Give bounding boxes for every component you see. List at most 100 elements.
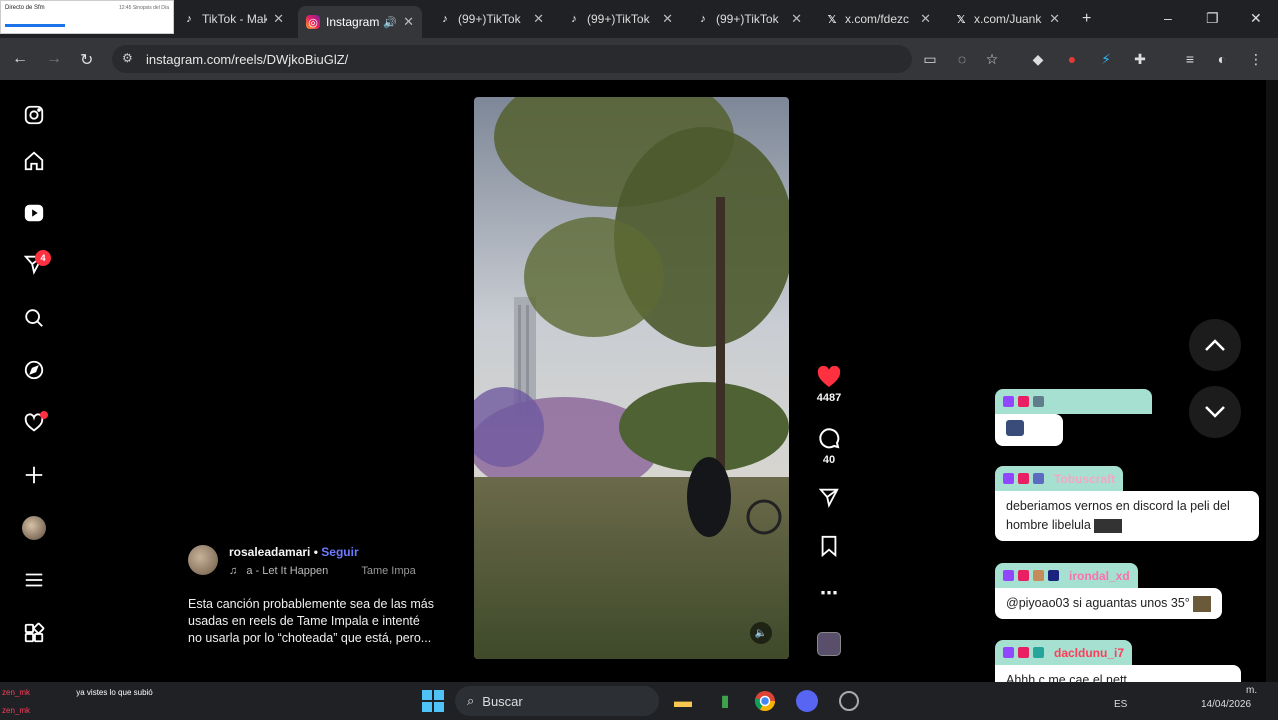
badge-icon [1003, 647, 1014, 658]
audio-line[interactable]: ♫ a - Let It Happen Tame Impa [229, 565, 416, 577]
windows-start-icon[interactable] [418, 686, 448, 716]
explore-icon[interactable] [20, 356, 48, 384]
chat-username: irondal_xd [1069, 568, 1130, 583]
instagram-logo-icon[interactable] [20, 101, 48, 129]
star-icon[interactable]: ☆ [982, 49, 1002, 69]
close-icon[interactable]: ✕ [920, 11, 931, 27]
share-button[interactable] [814, 486, 844, 512]
window-preview-thumbnail[interactable]: Directo de Sfm 12:45 Sinopsis del Día [0, 0, 174, 34]
heart-filled-icon [817, 366, 841, 387]
search-icon[interactable] [20, 304, 48, 332]
create-icon[interactable] [20, 461, 48, 489]
chat-header: Tobuscraft [995, 466, 1124, 491]
extension-b-icon[interactable]: ● [1062, 49, 1082, 69]
like-count: 4487 [816, 392, 842, 404]
app-icon[interactable]: ▮ [710, 686, 740, 716]
forward-arrow-icon[interactable]: → [46, 50, 62, 68]
install-app-icon[interactable]: ▭ [920, 49, 940, 69]
chat-message: deberiamos vernos en discord la peli del… [995, 491, 1259, 541]
tab-tiktok-3[interactable]: ♪ (99+)TikTok ✕ [559, 6, 681, 32]
reel-caption[interactable]: Esta canción probablemente sea de las má… [188, 596, 450, 647]
menu-icon[interactable] [20, 566, 48, 594]
tab-x-1[interactable]: 𝕏 x.com/fdezc ✕ [817, 6, 939, 32]
app-icon[interactable] [834, 686, 864, 716]
close-icon[interactable]: ✕ [1049, 11, 1060, 27]
close-icon[interactable]: ✕ [791, 11, 802, 27]
plus-icon: + [1082, 10, 1092, 27]
emote-icon [1006, 420, 1024, 436]
minimize-button[interactable]: – [1164, 10, 1172, 26]
extension-a-icon[interactable]: ◆ [1028, 49, 1048, 69]
home-icon[interactable] [20, 147, 48, 175]
tiktok-icon: ♪ [571, 13, 577, 25]
audio-artist: Tame Impa [361, 565, 416, 577]
tiktok-icon: ♪ [442, 13, 448, 25]
chevron-up-icon [1205, 339, 1225, 351]
taskbar-search[interactable]: ⌕ Buscar [455, 686, 659, 716]
apps-icon[interactable] [20, 619, 48, 647]
back-arrow-icon[interactable]: ← [12, 50, 28, 68]
tab-x-2[interactable]: 𝕏 x.com/Juank ✕ [946, 6, 1068, 32]
address-bar[interactable]: ⚙ instagram.com/reels/DWjkoBiuGlZ/ [112, 45, 912, 73]
more-options-icon[interactable]: ⋯ [814, 583, 844, 604]
maximize-button[interactable]: ❐ [1206, 10, 1219, 27]
extension-c-icon[interactable]: ⚡ [1096, 49, 1116, 69]
tab-tiktok-2[interactable]: ♪ (99+)TikTok ✕ [430, 6, 552, 32]
reels-icon[interactable] [20, 199, 48, 227]
previous-reel-button[interactable] [1189, 319, 1241, 371]
share-icon [818, 488, 839, 508]
comment-icon [819, 428, 840, 449]
notifications-badge: 4 [35, 250, 51, 266]
new-tab-button[interactable]: + [1074, 6, 1098, 32]
speaker-icon[interactable]: 🔊 [383, 16, 397, 29]
close-icon[interactable]: ✕ [273, 11, 284, 27]
caption-line: usadas en reels de Tame Impala e intenté [188, 614, 420, 628]
extensions-puzzle-icon[interactable]: ✚ [1130, 49, 1150, 69]
chat-header: dacldunu_i7 [995, 640, 1133, 665]
like-button[interactable]: 4487 [814, 366, 844, 404]
follow-button[interactable]: Seguir [321, 545, 358, 559]
tab-instagram[interactable]: ◎ Instagram 🔊 ✕ [298, 6, 422, 38]
search-icon: ⌕ [467, 693, 475, 708]
chat-username: Tobuscraft [1054, 471, 1116, 486]
profile-avatar[interactable] [20, 514, 48, 542]
mute-toggle-icon[interactable]: 🔈 [750, 622, 772, 644]
discord-icon[interactable] [792, 686, 822, 716]
badge-icon [1003, 396, 1014, 407]
tab-title: (99+)TikTok [458, 12, 521, 26]
video-frame [474, 97, 789, 659]
tab-tiktok-1[interactable]: ♪ TikTok - Mak ✕ [174, 6, 292, 32]
media-control-icon[interactable]: ≡ [1180, 49, 1200, 69]
tab-tiktok-4[interactable]: ♪ (99+)TikTok ✕ [688, 6, 810, 32]
eye-off-icon[interactable]: ◌ [952, 49, 972, 69]
save-button[interactable] [814, 535, 844, 561]
tiktok-icon: ♪ [700, 13, 706, 25]
audio-track: a - Let It Happen [246, 565, 329, 577]
scrollbar[interactable] [1266, 80, 1278, 682]
kebab-menu-icon[interactable]: ⋮ [1246, 49, 1266, 69]
chat-username: zen_mk [2, 688, 31, 697]
stream-chat-line: zen_mk ya vistes lo que subió [2, 688, 153, 697]
author-name[interactable]: rosaleadamari [229, 545, 310, 559]
close-window-button[interactable]: ✕ [1250, 10, 1262, 27]
comment-button[interactable]: 40 [814, 426, 844, 466]
preview-meta: 12:45 Sinopsis del Día [118, 5, 169, 11]
author-avatar[interactable] [188, 545, 218, 575]
chrome-icon[interactable] [750, 686, 780, 716]
profile-icon[interactable]: ◐ [1212, 49, 1232, 69]
audio-thumbnail[interactable] [814, 632, 844, 656]
language-indicator[interactable]: ES [1114, 699, 1127, 710]
close-icon[interactable]: ✕ [403, 14, 414, 30]
close-icon[interactable]: ✕ [662, 11, 673, 27]
reload-icon[interactable]: ↻ [80, 50, 93, 70]
preview-progress [5, 24, 65, 27]
separator: • [313, 545, 318, 559]
close-icon[interactable]: ✕ [533, 11, 544, 27]
reel-video[interactable] [474, 97, 789, 659]
badge-icon [1033, 570, 1044, 581]
file-explorer-icon[interactable]: ▬ [668, 686, 698, 716]
chat-message: @piyoao03 si aguantas unos 35° [995, 588, 1223, 619]
site-settings-icon[interactable]: ⚙ [122, 51, 133, 65]
url-text: instagram.com/reels/DWjkoBiuGlZ/ [146, 51, 349, 67]
clock-date[interactable]: 14/04/2026 [1201, 699, 1251, 710]
